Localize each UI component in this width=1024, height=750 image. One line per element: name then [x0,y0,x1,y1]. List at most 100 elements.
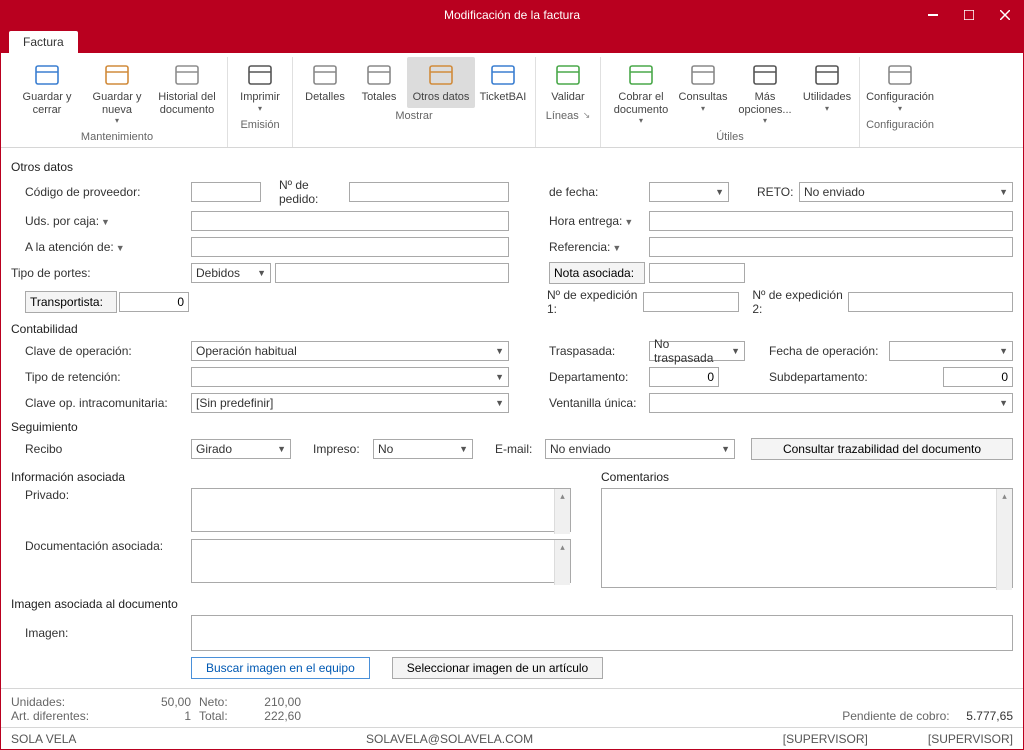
impreso-select[interactable]: No▼ [373,439,473,459]
mas-icon [749,61,781,89]
uds-caja-input[interactable] [191,211,509,231]
de-fecha-select[interactable]: ▼ [649,182,729,202]
privado-textarea[interactable] [191,488,571,532]
recibo-select[interactable]: Girado▼ [191,439,291,459]
imagen-input[interactable] [191,615,1013,651]
ribbon: Guardar y cerrarGuardar y nueva▾Historia… [1,53,1023,148]
scrollbar[interactable]: ▴ [996,489,1012,590]
val-neto: 210,00 [241,695,301,709]
comentarios-textarea[interactable] [601,488,1013,588]
tipo-portes-extra-input[interactable] [275,263,509,283]
ribbon-config[interactable]: Configuración▾ [866,57,934,117]
traspasada-select[interactable]: No traspasada▼ [649,341,745,361]
label-n-exp1: Nº de expedición 1: [547,288,643,316]
dialog-launcher-icon[interactable]: ↘ [583,110,591,121]
hora-entrega-input[interactable] [649,211,1013,231]
maximize-button[interactable] [951,1,987,29]
n-pedido-input[interactable] [349,182,509,202]
ribbon-label: Validar [551,91,584,104]
label-neto: Neto: [191,695,241,709]
ribbon-label: Utilidades [803,91,851,104]
label-reto: RETO: [757,185,799,199]
ribbon-utilidades[interactable]: Utilidades▾ [801,57,853,129]
val-pendiente: 5.777,65 [966,709,1013,723]
ribbon-guardar-cerrar[interactable]: Guardar y cerrar [13,57,81,129]
ribbon-totales[interactable]: Totales [353,57,405,108]
label-referencia: Referencia:▼ [549,240,649,254]
transportista-input[interactable] [119,292,189,312]
seleccionar-imagen-button[interactable]: Seleccionar imagen de un artículo [392,657,603,679]
config-icon [884,61,916,89]
ventanilla-select[interactable]: ▼ [649,393,1013,413]
reto-select[interactable]: No enviado▼ [799,182,1013,202]
fecha-op-select[interactable]: ▼ [889,341,1013,361]
referencia-input[interactable] [649,237,1013,257]
label-pendiente: Pendiente de cobro: [842,709,949,723]
atencion-input[interactable] [191,237,509,257]
tab-factura[interactable]: Factura [9,31,78,53]
scrollbar[interactable]: ▴ [554,489,570,534]
ribbon-group-label: Líneas↘ [546,108,591,124]
ribbon-group-útiles: Cobrar el documento▾Consultas▾Más opcion… [601,57,860,147]
transportista-button[interactable]: Transportista: [25,291,117,313]
section-seguimiento: Seguimiento [11,420,1013,434]
tipo-portes-select[interactable]: Debidos▼ [191,263,271,283]
ribbon-label: Detalles [305,91,345,104]
clave-intra-select[interactable]: [Sin predefinir]▼ [191,393,509,413]
label-impreso: Impreso: [313,442,373,456]
codigo-proveedor-input[interactable] [191,182,261,202]
chevron-down-icon: ▾ [258,104,262,113]
section-imagen: Imagen asociada al documento [11,597,1013,611]
scrollbar[interactable]: ▴ [554,540,570,585]
departamento-input[interactable] [649,367,719,387]
ribbon-label: Totales [362,91,397,104]
label-tipo-ret: Tipo de retención: [11,370,191,384]
ribbon-imprimir[interactable]: Imprimir▾ [234,57,286,117]
tipo-ret-select[interactable]: ▼ [191,367,509,387]
ribbon-otros-datos[interactable]: Otros datos [407,57,475,108]
label-atencion: A la atención de:▼ [11,240,191,254]
label-n-exp2: Nº de expedición 2: [752,288,848,316]
minimize-button[interactable] [915,1,951,29]
ribbon-guardar-nueva[interactable]: Guardar y nueva▾ [83,57,151,129]
n-exp1-input[interactable] [643,292,739,312]
ribbon-group-label: Útiles [716,129,744,145]
nota-asociada-button[interactable]: Nota asociada: [549,262,645,284]
utilidades-icon [811,61,843,89]
trazabilidad-button[interactable]: Consultar trazabilidad del documento [751,438,1013,460]
val-total: 222,60 [241,709,301,723]
clave-op-select[interactable]: Operación habitual▼ [191,341,509,361]
close-button[interactable] [987,1,1023,29]
status-left: SOLA VELA [11,732,76,746]
label-tipo-portes: Tipo de portes: [11,266,191,280]
ribbon-detalles[interactable]: Detalles [299,57,351,108]
ribbon-label: Historial del documento [155,91,219,116]
validar-icon [552,61,584,89]
email-select[interactable]: No enviado▼ [545,439,735,459]
label-subdepartamento: Subdepartamento: [769,370,889,384]
section-info-asociada: Información asociada [11,470,571,484]
ribbon-historial[interactable]: Historial del documento [153,57,221,129]
ribbon-validar[interactable]: Validar [542,57,594,108]
ribbon-group-emisión: Imprimir▾Emisión [228,57,293,147]
detalles-icon [309,61,341,89]
ribbon-cobrar[interactable]: Cobrar el documento▾ [607,57,675,129]
cobrar-icon [625,61,657,89]
titlebar: Modificación de la factura [1,1,1023,29]
n-exp2-input[interactable] [848,292,1013,312]
buscar-imagen-button[interactable]: Buscar imagen en el equipo [191,657,370,679]
ribbon-label: Cobrar el documento [609,91,673,116]
ribbon-ticketbai[interactable]: TicketBAI [477,57,529,108]
label-email: E-mail: [495,442,545,456]
ribbon-mas[interactable]: Más opciones...▾ [731,57,799,129]
historial-icon [171,61,203,89]
label-imagen: Imagen: [11,626,191,640]
doc-asociada-textarea[interactable] [191,539,571,583]
nota-asociada-input[interactable] [649,263,745,283]
ribbon-label: Imprimir [240,91,280,104]
ribbon-consultas[interactable]: Consultas▾ [677,57,729,129]
subdepartamento-input[interactable] [943,367,1013,387]
status-r1: [SUPERVISOR] [783,732,868,746]
ribbon-label: Guardar y nueva [85,91,149,116]
ribbon-group-mostrar: DetallesTotalesOtros datosTicketBAIMostr… [293,57,536,147]
